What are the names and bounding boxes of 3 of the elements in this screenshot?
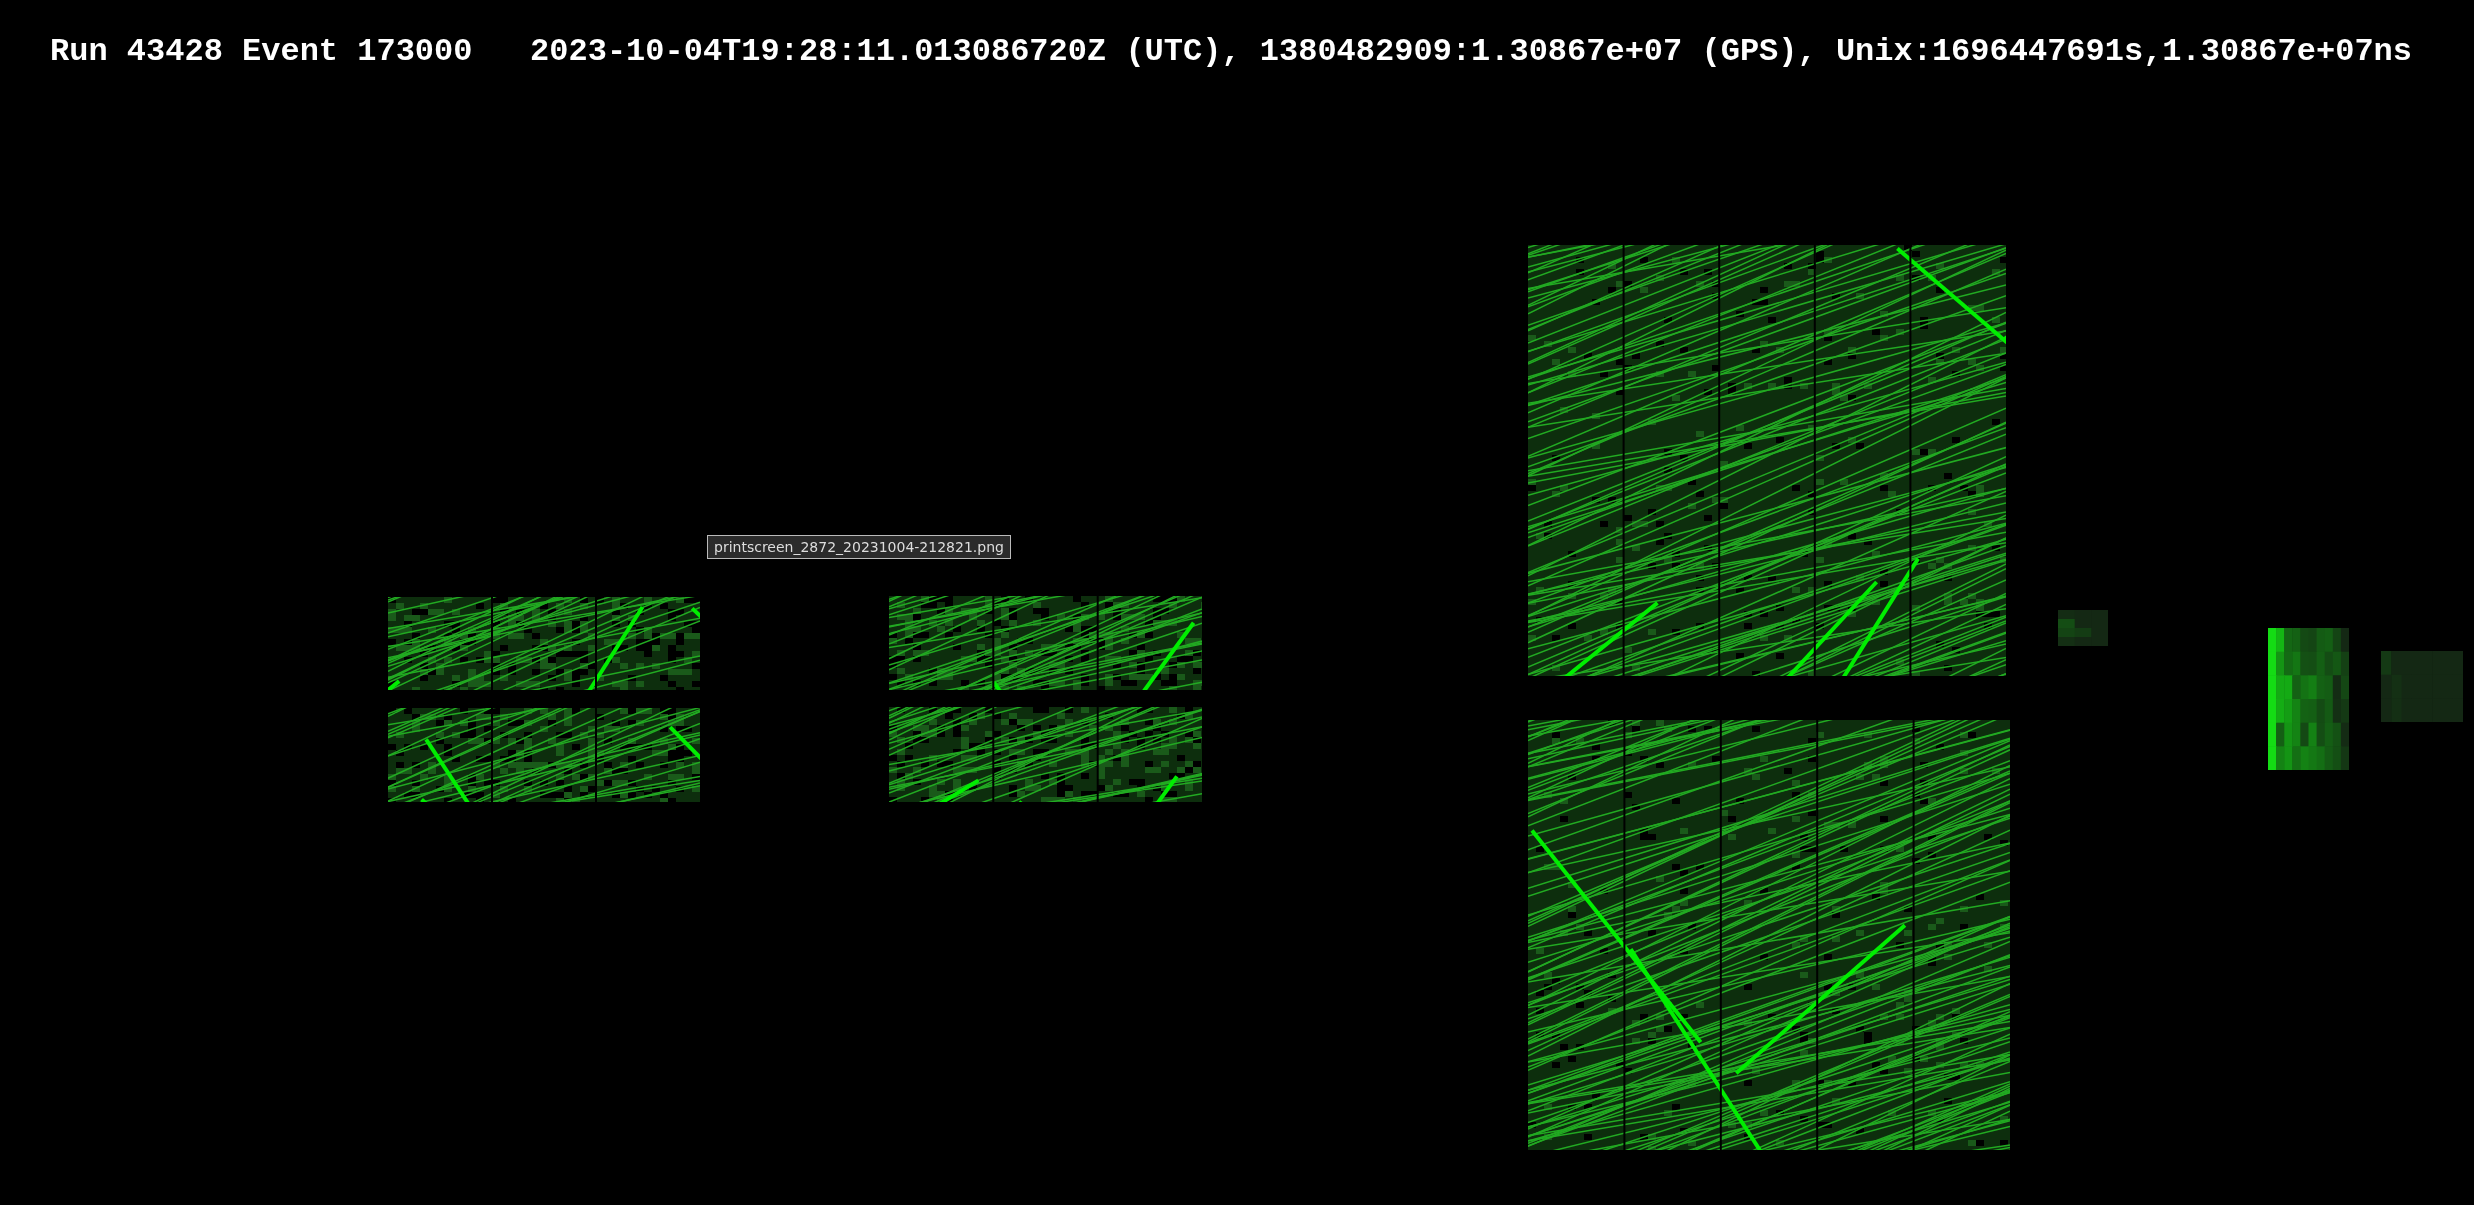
event-header: Run 43428 Event 173000 2023-10-04T19:28:11.013086720Z (UTC), 1380482909:1.30867e+07 (GPS), Unix:1696447691s,1.30867e+07ns [50,32,2412,72]
hit-map-drawing [2058,610,2108,646]
tooltip: printscreen_2872_20231004-212821.png [707,535,1011,559]
